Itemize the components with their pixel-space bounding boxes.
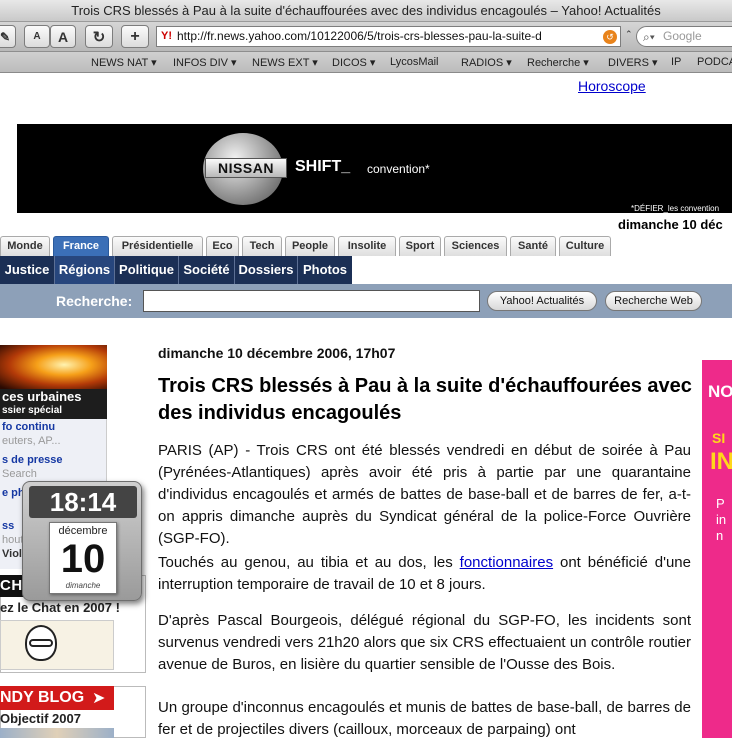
bookmark-podca[interactable]: PODCA	[697, 56, 732, 68]
right-ad-text-2: SI	[712, 430, 726, 446]
urbaines-subtitle: ssier spécial	[2, 405, 63, 416]
tab-monde[interactable]: Monde	[0, 236, 50, 256]
section-tabs: Monde France Présidentielle Eco Tech Peo…	[0, 236, 732, 256]
nissan-banner-ad[interactable]: NISSAN SHIFT_ convention* *DÉFIER_les co…	[17, 124, 732, 213]
blog-title: NDY BLOG	[0, 689, 85, 706]
bookmark-divers[interactable]: DIVERS ▾	[608, 56, 658, 69]
bookmarks-bar: NEWS NAT ▾ INFOS DIV ▾ NEWS EXT ▾ DICOS …	[0, 52, 732, 73]
search-web-button[interactable]: Recherche Web	[605, 291, 702, 311]
banner-defier: *DÉFIER_les convention	[631, 204, 720, 213]
reload-button[interactable]: ↻	[85, 25, 113, 48]
bookmark-news-ext[interactable]: NEWS EXT ▾	[252, 56, 318, 69]
article-paragraph-1: PARIS (AP) - Trois CRS ont été blessés v…	[158, 442, 691, 547]
bookmark-infos-div[interactable]: INFOS DIV ▾	[173, 56, 237, 69]
link-revues-presse[interactable]: s de presse	[2, 454, 63, 466]
search-icon: ⌕▾	[643, 30, 655, 44]
nissan-brand: NISSAN	[205, 158, 287, 178]
add-bookmark-button[interactable]: +	[121, 25, 149, 48]
article-title: Trois CRS blessés à Pau à la suite d'éch…	[158, 375, 692, 424]
bookmark-ip[interactable]: IP	[671, 56, 681, 68]
cursor-arrow-icon: ➤	[92, 690, 106, 707]
horoscope-link[interactable]: Horoscope	[578, 78, 646, 94]
search-news-button[interactable]: Yahoo! Actualités	[487, 291, 597, 311]
search-note: Search	[2, 468, 37, 480]
widget-time: 18:14	[29, 486, 137, 518]
tab-sciences[interactable]: Sciences	[444, 236, 507, 256]
bookmark-news-nat[interactable]: NEWS NAT ▾	[91, 56, 157, 69]
subnav-justice[interactable]: Justice	[0, 256, 55, 284]
site-search-bar: Recherche: Yahoo! Actualités Recherche W…	[0, 284, 732, 318]
tab-people[interactable]: People	[285, 236, 335, 256]
fonctionnaires-link[interactable]: fonctionnaires	[460, 554, 553, 571]
chat-subtitle[interactable]: ez le Chat en 2007 !	[0, 600, 120, 615]
site-search-input[interactable]	[143, 290, 480, 312]
right-ad-text-4: P in n	[716, 496, 727, 543]
article-paragraph-4: Un groupe d'inconnus encagoulés et munis…	[158, 699, 691, 738]
link-rss[interactable]: ss	[2, 520, 14, 532]
browser-toolbar: ✎ A A ↻ + Y! http://fr.news.yahoo.com/10…	[0, 22, 732, 52]
widget-month: décembre	[58, 525, 108, 537]
widget-day: 10	[60, 537, 106, 581]
yahoo-favicon-icon: Y!	[161, 30, 172, 42]
riot-fire-image[interactable]	[0, 345, 107, 389]
p2-text-before: Touchés au genou, au tibia et au dos, le…	[158, 554, 460, 571]
tab-eco[interactable]: Eco	[206, 236, 239, 256]
banner-shift: SHIFT_	[295, 158, 351, 175]
tab-presidentielle[interactable]: Présidentielle	[112, 236, 203, 256]
tab-sante[interactable]: Santé	[510, 236, 556, 256]
subnav-regions[interactable]: Régions	[55, 256, 115, 284]
search-field[interactable]: ⌕▾ Google	[636, 26, 732, 47]
bookmark-dicos[interactable]: DICOS ▾	[332, 56, 375, 69]
article-paragraph-2: Touchés au genou, au tibia et au dos, le…	[158, 552, 691, 596]
text-smaller-button[interactable]: A	[24, 25, 50, 48]
urbaines-title: ces urbaines	[2, 389, 82, 404]
text-larger-button[interactable]: A	[50, 25, 76, 48]
subnav-societe[interactable]: Société	[179, 256, 235, 284]
bookmark-radios[interactable]: RADIOS ▾	[461, 56, 512, 69]
tab-sport[interactable]: Sport	[399, 236, 441, 256]
tab-culture[interactable]: Culture	[559, 236, 611, 256]
subnav-dossiers[interactable]: Dossiers	[235, 256, 298, 284]
back-button[interactable]: ✎	[0, 25, 16, 48]
header-date: dimanche 10 déc	[618, 217, 723, 232]
right-side-ad[interactable]: NO SI IN P in n	[702, 360, 732, 738]
snapback-icon[interactable]: ↺	[603, 30, 617, 44]
window-title: Trois CRS blessés à Pau à la suite d'éch…	[0, 0, 732, 22]
subnav-photos[interactable]: Photos	[298, 256, 352, 284]
blog-subtitle[interactable]: Objectif 2007	[0, 711, 81, 726]
url-text: http://fr.news.yahoo.com/10122006/5/troi…	[177, 29, 542, 43]
article-dateline: dimanche 10 décembre 2006, 17h07	[158, 345, 396, 361]
article-paragraph-3: D'après Pascal Bourgeois, délégué région…	[158, 612, 691, 673]
reuters-note: euters, AP...	[2, 435, 61, 447]
blog-thumbnails[interactable]	[0, 728, 114, 738]
right-ad-text-3: IN	[710, 448, 732, 475]
tab-tech[interactable]: Tech	[242, 236, 282, 256]
tab-france[interactable]: France	[53, 236, 109, 256]
url-dropdown-icon[interactable]: ⌃	[625, 29, 633, 40]
search-label: Recherche:	[56, 293, 133, 309]
blog-header[interactable]: NDY BLOG ➤	[0, 686, 114, 710]
urbaines-header[interactable]: ces urbaines ssier spécial	[0, 389, 107, 419]
subsection-nav: Justice Régions Politique Société Dossie…	[0, 256, 352, 284]
bookmark-recherche[interactable]: Recherche ▾	[527, 56, 589, 69]
tab-insolite[interactable]: Insolite	[338, 236, 396, 256]
clock-calendar-widget[interactable]: 18:14 décembre 10 dimanche	[22, 481, 142, 601]
chat-image[interactable]	[0, 620, 114, 670]
widget-calendar: décembre 10 dimanche	[49, 522, 117, 594]
subnav-politique[interactable]: Politique	[115, 256, 179, 284]
right-ad-text-1: NO	[708, 382, 732, 401]
address-bar[interactable]: Y! http://fr.news.yahoo.com/10122006/5/t…	[156, 26, 621, 47]
cat-glasses-icon	[29, 639, 53, 647]
pencil-icon: ✎	[0, 29, 11, 44]
link-info-continu[interactable]: fo continu	[2, 421, 55, 433]
search-placeholder: Google	[663, 29, 702, 43]
bookmark-lycosmail[interactable]: LycosMail	[390, 56, 439, 68]
banner-convention: convention*	[367, 162, 430, 176]
widget-weekday: dimanche	[65, 581, 101, 590]
